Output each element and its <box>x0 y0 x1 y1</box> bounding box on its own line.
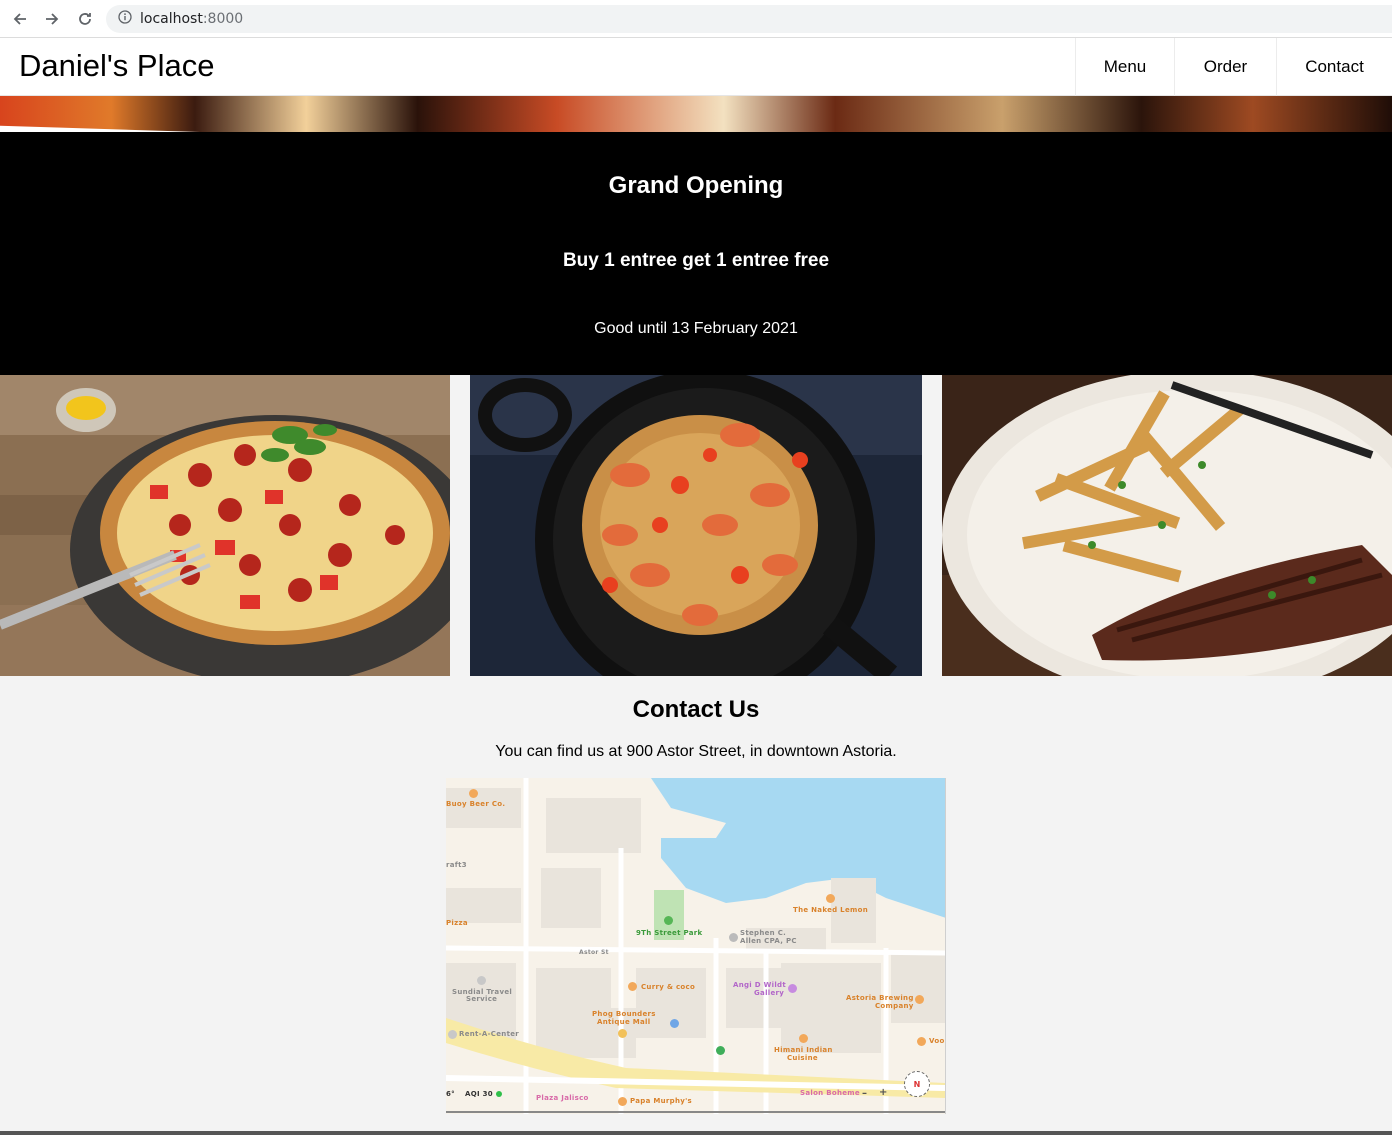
restaurant-pin-icon[interactable] <box>826 894 835 903</box>
promo-title: Grand Opening <box>608 172 784 199</box>
map-label-astoria-2[interactable]: Company <box>875 1002 914 1010</box>
info-icon[interactable] <box>118 9 132 29</box>
map-label-buoy[interactable]: Buoy Beer Co. <box>446 800 505 808</box>
travel-pin-icon[interactable] <box>477 976 486 985</box>
promo-validity: Good until 13 February 2021 <box>594 320 798 337</box>
browser-toolbar: localhost:8000 <box>0 0 1392 38</box>
reload-icon[interactable] <box>74 8 96 30</box>
hero-image <box>0 96 1392 132</box>
map-label-jalisco[interactable]: Plaza Jalisco <box>536 1094 589 1102</box>
nav-menu-link[interactable]: Menu <box>1075 38 1174 96</box>
back-arrow-icon[interactable] <box>9 8 31 30</box>
map-label-naked-lemon[interactable]: The Naked Lemon <box>793 906 868 914</box>
map-label-himani-1[interactable]: Himani Indian <box>774 1046 833 1054</box>
site-header: Daniel's Place Menu Order Contact <box>0 38 1392 96</box>
map-label-craft[interactable]: raft3 <box>446 861 467 869</box>
map-label-pizza[interactable]: Pizza <box>446 919 468 927</box>
parking-pin-icon[interactable] <box>670 1019 679 1028</box>
map-label-curry[interactable]: Curry & coco <box>641 983 695 991</box>
map-label-papa[interactable]: Papa Murphy's <box>630 1097 692 1105</box>
zoom-out-icon[interactable]: – <box>862 1088 867 1099</box>
map-weather-aqi: AQI 30 <box>465 1090 493 1098</box>
nav-order-link[interactable]: Order <box>1174 38 1276 96</box>
map-label-salon[interactable]: Salon Boheme <box>800 1089 860 1097</box>
address-bar[interactable]: localhost:8000 <box>106 5 1392 33</box>
park-pin-icon[interactable] <box>664 916 673 925</box>
hero-wedge <box>0 125 200 132</box>
promo-offer: Buy 1 entree get 1 entree free <box>562 250 830 271</box>
shop-pin-icon[interactable] <box>618 1029 627 1038</box>
map-label-sundial-2[interactable]: Service <box>466 995 497 1003</box>
location-map[interactable]: Buoy Beer Co. raft3 Pizza The Naked Lemo… <box>446 778 946 1114</box>
map-label-angi-1[interactable]: Angi D Wildt <box>733 981 786 989</box>
url-host: localhost <box>140 11 203 27</box>
nav-contact-link[interactable]: Contact <box>1276 38 1392 96</box>
shrimp-spaghetti-image <box>470 375 922 676</box>
map-label-astoria-1[interactable]: Astoria Brewing <box>846 994 914 1002</box>
map-label-voo[interactable]: Voo <box>929 1037 945 1045</box>
compass-icon[interactable]: N <box>904 1071 930 1097</box>
map-label-rent[interactable]: Rent-A-Center <box>459 1030 519 1038</box>
zoom-in-icon[interactable]: + <box>879 1087 888 1098</box>
compass-north-label: N <box>913 1079 921 1089</box>
office-pin-icon[interactable] <box>729 933 738 942</box>
map-label-phog-1[interactable]: Phog Bounders <box>592 1010 656 1018</box>
map-weather-temp: 6° <box>446 1090 455 1098</box>
map-canvas[interactable] <box>446 778 946 1114</box>
aqi-dot-icon <box>496 1091 502 1097</box>
restaurant-pin-icon[interactable] <box>917 1037 926 1046</box>
steak-and-fries-image <box>942 375 1392 676</box>
url-port: :8000 <box>202 11 244 27</box>
contact-address: You can find us at 900 Astor Street, in … <box>495 743 897 760</box>
restaurant-pin-icon[interactable] <box>799 1034 808 1043</box>
poi-pin-icon[interactable] <box>716 1046 725 1055</box>
window-bottom-edge <box>0 1131 1392 1135</box>
gallery-pin-icon[interactable] <box>788 984 797 993</box>
contact-heading: Contact Us <box>632 696 760 723</box>
food-gallery <box>0 375 1392 676</box>
map-label-astor-st: Astor St <box>579 949 609 956</box>
map-label-angi-2[interactable]: Gallery <box>754 989 784 997</box>
forward-arrow-icon[interactable] <box>41 8 63 30</box>
brand-title[interactable]: Daniel's Place <box>19 48 214 84</box>
promo-banner: Grand Opening Buy 1 entree get 1 entree … <box>0 132 1392 375</box>
restaurant-pin-icon[interactable] <box>628 982 637 991</box>
brewery-pin-icon[interactable] <box>915 995 924 1004</box>
restaurant-pin-icon[interactable] <box>618 1097 627 1106</box>
map-label-stephen[interactable]: Stephen C. <box>740 929 786 937</box>
store-pin-icon[interactable] <box>448 1030 457 1039</box>
map-label-phog-2[interactable]: Antique Mall <box>597 1018 650 1026</box>
restaurant-pin-icon[interactable] <box>469 789 478 798</box>
map-label-stephen-2[interactable]: Allen CPA, PC <box>740 937 797 945</box>
map-label-park[interactable]: 9Th Street Park <box>636 929 702 937</box>
map-label-himani-2[interactable]: Cuisine <box>787 1054 818 1062</box>
url-text[interactable]: localhost:8000 <box>140 11 243 27</box>
top-nav: Menu Order Contact <box>1075 38 1392 96</box>
pizza-image <box>0 375 450 676</box>
